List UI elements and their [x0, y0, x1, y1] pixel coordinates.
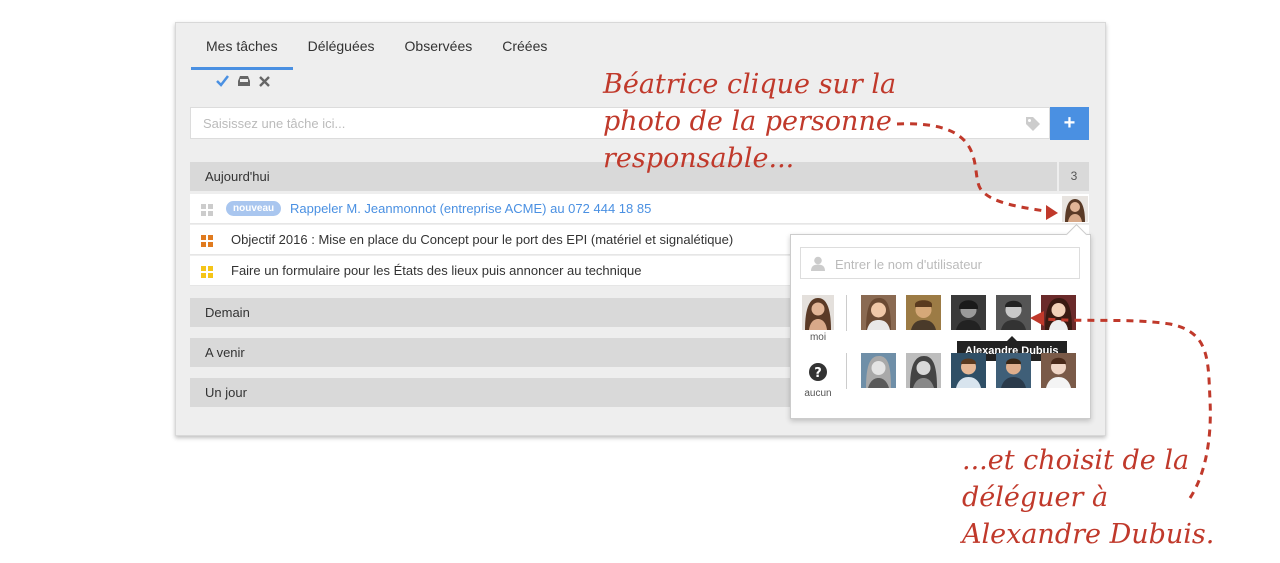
annotation-arrows: [896, 122, 1212, 499]
arrow-to-responsible: [896, 122, 1051, 214]
arrow-to-alexandre: [1044, 317, 1212, 499]
arrow-head: [1046, 205, 1058, 220]
arrow-head: [1030, 311, 1044, 326]
